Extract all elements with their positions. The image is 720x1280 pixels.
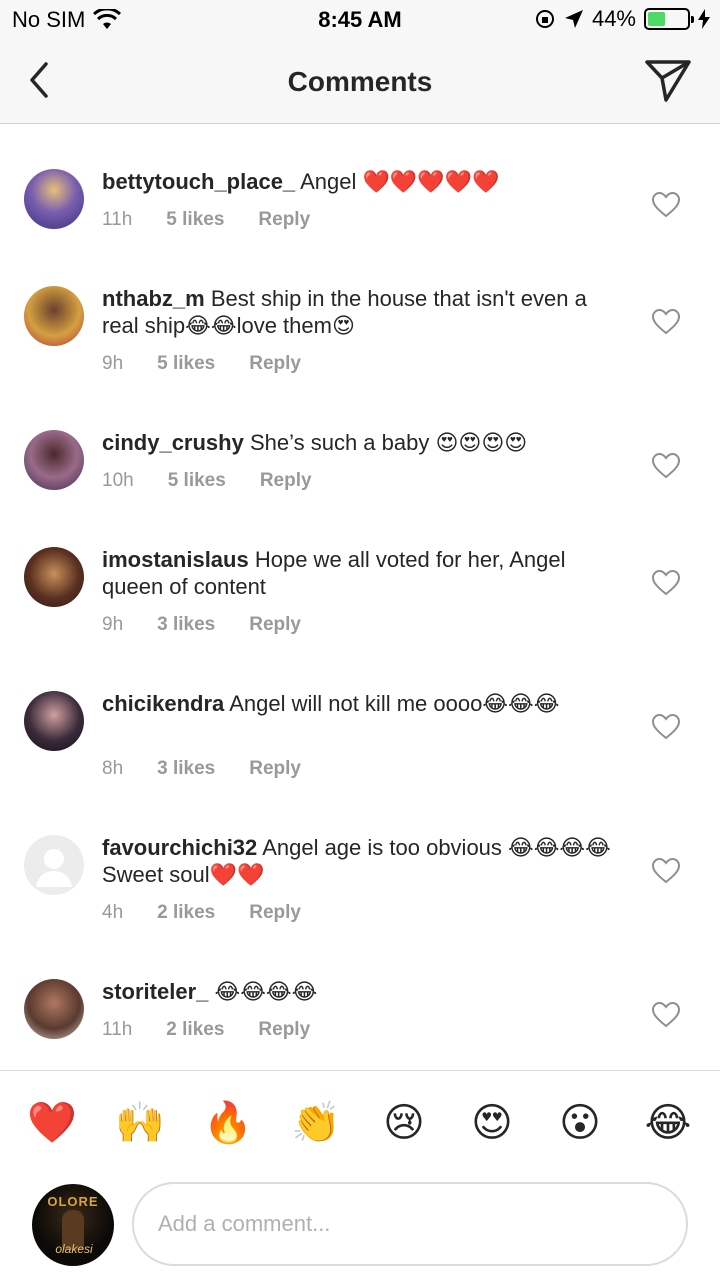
avatar[interactable] (24, 286, 84, 346)
quick-reaction-bar: ❤️ 🙌 🔥 👏 😢 😍 😮 😂 (0, 1070, 720, 1175)
reply-button[interactable]: Reply (258, 1019, 310, 1041)
battery-percent: 44% (591, 6, 636, 31)
comment-text: imostanislaus Hope we all voted for her,… (102, 546, 622, 600)
status-bar: No SIM 8:45 AM 44% (0, 0, 720, 40)
comment-meta: 8h 3 likes Reply (102, 758, 335, 780)
nav-bar: Comments (0, 40, 720, 124)
comment-likes[interactable]: 2 likes (157, 902, 215, 924)
reply-button[interactable]: Reply (258, 209, 310, 231)
comment-meta: 4h 2 likes Reply (102, 902, 335, 924)
comment-item: chicikendra Angel will not kill me oooo😂… (0, 691, 720, 845)
comment-username[interactable]: favourchichi32 (102, 835, 257, 860)
comment-meta: 11h 5 likes Reply (102, 209, 344, 231)
rotation-lock-icon (535, 10, 554, 28)
comment-likes[interactable]: 5 likes (166, 209, 224, 231)
comment-username[interactable]: imostanislaus (102, 547, 249, 572)
avatar[interactable] (24, 979, 84, 1039)
comment-text: bettytouch_place_ Angel ❤️❤️❤️❤️❤️ (102, 168, 622, 195)
like-heart-icon[interactable] (652, 714, 680, 740)
comment-item: favourchichi32 Angel age is too obvious … (0, 835, 720, 989)
comment-meta: 9h 5 likes Reply (102, 353, 335, 375)
like-heart-icon[interactable] (652, 858, 680, 884)
comment-meta: 11h 2 likes Reply (102, 1019, 344, 1041)
comment-input[interactable] (132, 1182, 688, 1266)
comment-likes[interactable]: 3 likes (157, 758, 215, 780)
comment-username[interactable]: bettytouch_place_ (102, 169, 295, 194)
comment-time: 8h (102, 758, 124, 779)
like-heart-icon[interactable] (652, 309, 680, 335)
battery-level (648, 12, 665, 26)
reaction-raised-hands-emoji[interactable]: 🙌 (110, 1103, 170, 1143)
comment-item: bettytouch_place_ Angel ❤️❤️❤️❤️❤️ 11h 5… (0, 125, 720, 269)
comment-time: 9h (102, 614, 124, 635)
comment-likes[interactable]: 5 likes (157, 353, 215, 375)
comment-time: 9h (102, 353, 124, 374)
reaction-laughing-emoji[interactable]: 😂 (638, 1103, 698, 1143)
comment-username[interactable]: nthabz_m (102, 286, 205, 311)
like-heart-icon[interactable] (652, 453, 680, 479)
current-user-avatar: OLORE olakesi (32, 1184, 114, 1266)
comment-time: 10h (102, 470, 134, 491)
like-heart-icon[interactable] (652, 1002, 680, 1028)
avatar[interactable] (24, 430, 84, 490)
comment-text: favourchichi32 Angel age is too obvious … (102, 834, 622, 888)
comment-time: 11h (102, 1019, 133, 1040)
reaction-heart-emoji[interactable]: ❤️ (22, 1103, 82, 1143)
avatar-logo-text: OLORE (47, 1194, 99, 1209)
reaction-clap-emoji[interactable]: 👏 (286, 1103, 346, 1143)
send-icon[interactable] (644, 56, 692, 104)
comment-likes[interactable]: 3 likes (157, 614, 215, 636)
comment-body: Angel ❤️❤️❤️❤️❤️ (300, 169, 500, 194)
reaction-surprised-emoji[interactable]: 😮 (550, 1103, 610, 1143)
reply-button[interactable]: Reply (249, 614, 301, 636)
comment-username[interactable]: storiteler_ (102, 979, 208, 1004)
comment-likes[interactable]: 2 likes (166, 1019, 224, 1041)
comment-item: cindy_crushy She’s such a baby 😍😍😍😍 10h … (0, 413, 720, 557)
reply-button[interactable]: Reply (260, 470, 312, 492)
status-right: 44% (534, 6, 710, 32)
comment-meta: 10h 5 likes Reply (102, 470, 346, 492)
comment-time: 4h (102, 902, 124, 923)
reply-button[interactable]: Reply (249, 353, 301, 375)
comment-text: storiteler_ 😂😂😂😂 (102, 978, 622, 1005)
comment-body: Angel will not kill me oooo😂😂😂 (229, 691, 560, 716)
like-heart-icon[interactable] (652, 570, 680, 596)
avatar[interactable] (24, 835, 84, 895)
comment-input-bar: OLORE olakesi (0, 1176, 720, 1280)
avatar[interactable] (24, 691, 84, 751)
reply-button[interactable]: Reply (249, 758, 301, 780)
page-title: Comments (287, 66, 433, 97)
comment-username[interactable]: chicikendra (102, 691, 224, 716)
reply-button[interactable]: Reply (249, 902, 301, 924)
reaction-crying-emoji[interactable]: 😢 (374, 1103, 434, 1143)
comment-username[interactable]: cindy_crushy (102, 430, 244, 455)
charging-icon (698, 9, 710, 29)
reaction-heart-eyes-emoji[interactable]: 😍 (462, 1103, 522, 1143)
like-heart-icon[interactable] (652, 192, 680, 218)
comment-body: 😂😂😂😂 (214, 979, 318, 1004)
avatar[interactable] (24, 547, 84, 607)
comment-text: nthabz_m Best ship in the house that isn… (102, 285, 622, 339)
comment-list: bettytouch_place_ Angel ❤️❤️❤️❤️❤️ 11h 5… (0, 125, 720, 1133)
comment-meta: 9h 3 likes Reply (102, 614, 335, 636)
reaction-fire-emoji[interactable]: 🔥 (198, 1103, 258, 1143)
comment-text: cindy_crushy She’s such a baby 😍😍😍😍 (102, 429, 622, 456)
location-icon (564, 10, 583, 28)
comment-item: imostanislaus Hope we all voted for her,… (0, 547, 720, 701)
comment-time: 11h (102, 209, 133, 230)
avatar[interactable] (24, 169, 84, 229)
battery-icon (644, 8, 694, 30)
comment-item: nthabz_m Best ship in the house that isn… (0, 269, 720, 413)
comment-likes[interactable]: 5 likes (168, 470, 226, 492)
comment-body: She’s such a baby 😍😍😍😍 (249, 430, 528, 455)
default-avatar-icon (36, 849, 72, 887)
avatar-signature: olakesi (55, 1242, 93, 1256)
comment-text: chicikendra Angel will not kill me oooo😂… (102, 690, 622, 717)
